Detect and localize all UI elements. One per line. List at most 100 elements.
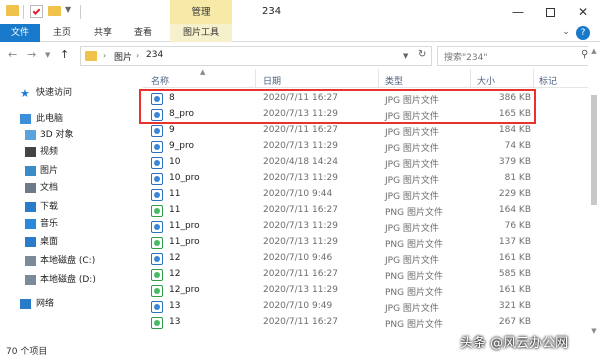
window-title: 234 [262,6,282,17]
file-row[interactable]: 11_pro 2020/7/13 11:29 JPG 图片文件 76 KB [143,219,543,235]
file-row[interactable]: 9 2020/7/11 16:27 JPG 图片文件 184 KB [143,123,543,139]
file-size: 81 KB [504,173,531,183]
up-arrow-icon[interactable]: ↑ [60,48,69,62]
file-size: 267 KB [498,317,531,327]
expand-ribbon-icon[interactable]: ⌄ [556,22,576,42]
nav-item[interactable]: 本地磁盘 (C:) [0,253,137,269]
help-icon[interactable]: ? [576,26,590,40]
breadcrumb-234[interactable]: 234 [146,50,163,60]
download-icon [25,202,36,212]
address-dropdown-icon[interactable]: ▼ [403,52,408,60]
file-name: 12 [169,253,181,263]
file-row[interactable]: 11 2020/7/11 16:27 PNG 图片文件 164 KB [143,203,543,219]
nav-item-label: 此电脑 [36,114,64,124]
nav-item[interactable]: 图片 [0,163,137,179]
jpg-file-icon [151,157,163,169]
minimize-button[interactable]: — [508,2,528,22]
nav-item[interactable]: 音乐 [0,216,137,232]
address-bar[interactable]: › 图片 › 234 ▼ ↻ [80,46,432,66]
file-date: 2020/7/10 9:49 [263,301,333,311]
scroll-thumb[interactable] [591,95,597,205]
nav-item[interactable]: 本地磁盘 (D:) [0,272,137,288]
nav-item[interactable]: 3D 对象 [0,127,137,143]
file-row[interactable]: 12 2020/7/10 9:46 JPG 图片文件 161 KB [143,251,543,267]
tab-picture-tools[interactable]: 图片工具 [170,24,232,42]
file-date: 2020/7/11 16:27 [263,205,338,215]
breadcrumb-pictures[interactable]: 图片 [114,50,132,63]
png-file-icon [151,269,163,281]
file-size: 229 KB [498,189,531,199]
file-type: PNG 图片文件 [385,288,443,298]
nav-item[interactable]: 下载 [0,199,137,215]
file-row[interactable]: 10 2020/4/18 14:24 JPG 图片文件 379 KB [143,155,543,171]
column-divider[interactable] [378,69,379,88]
refresh-icon[interactable]: ↻ [418,49,426,60]
png-file-icon [151,237,163,249]
search-placeholder: 搜索"234" [444,53,488,63]
file-date: 2020/7/11 16:27 [263,125,338,135]
file-row[interactable]: 10_pro 2020/7/13 11:29 JPG 图片文件 81 KB [143,171,543,187]
file-date: 2020/7/11 16:27 [263,269,338,279]
png-file-icon [151,317,163,329]
new-folder-icon[interactable] [48,6,61,16]
tab-share[interactable]: 共享 [86,24,120,42]
desktop-icon [25,237,36,247]
file-size: 184 KB [498,125,531,135]
file-type: JPG 图片文件 [385,176,439,186]
back-arrow-icon[interactable]: ← [8,48,17,62]
file-name: 11_pro [169,221,200,231]
music-icon [25,219,36,229]
scroll-up-icon[interactable]: ▲ [589,47,599,55]
nav-item[interactable]: 桌面 [0,234,137,250]
file-date: 2020/7/10 9:44 [263,189,333,199]
file-name: 11 [169,189,181,199]
crumb-separator-icon: › [136,51,140,60]
nav-item[interactable]: 此电脑 [0,111,137,127]
nav-item-label: 下载 [40,202,59,212]
file-row[interactable]: 12_pro 2020/7/13 11:29 PNG 图片文件 161 KB [143,283,543,299]
column-date[interactable]: 日期 [263,74,281,87]
watermark: 头条 @风云办公网 [460,336,569,351]
column-divider[interactable] [533,69,534,88]
vertical-scrollbar[interactable]: ▲ ▼ [588,45,600,340]
column-name[interactable]: 名称 [151,74,169,87]
column-size[interactable]: 大小 [477,74,495,87]
file-row[interactable]: 12 2020/7/11 16:27 PNG 图片文件 585 KB [143,267,543,283]
manage-tab[interactable]: 管理 [170,0,232,24]
customize-dropdown-icon[interactable]: ▼ [65,5,74,18]
nav-item[interactable]: ★ 快速访问 [0,85,137,101]
maximize-button[interactable] [540,2,560,22]
nav-item[interactable]: 网络 [0,296,137,312]
column-type[interactable]: 类型 [385,74,403,87]
file-type: PNG 图片文件 [385,272,443,282]
tab-home[interactable]: 主页 [45,24,79,42]
file-row[interactable]: 11 2020/7/10 9:44 JPG 图片文件 229 KB [143,187,543,203]
file-row[interactable]: 13 2020/7/11 16:27 PNG 图片文件 267 KB [143,315,543,331]
file-name: 9_pro [169,141,194,151]
scroll-down-icon[interactable]: ▼ [589,327,599,335]
column-tags[interactable]: 标记 [539,74,557,87]
jpg-file-icon [151,189,163,201]
navigation-pane: ★ 快速访问此电脑 3D 对象 视频图片 文档下载音乐桌面本地磁盘 (C:) 本地磁盘 (… [0,69,137,339]
close-button[interactable]: ✕ [573,2,593,22]
column-divider[interactable] [255,69,256,88]
recent-dropdown-icon[interactable]: ▼ [45,48,50,62]
file-date: 2020/7/13 11:29 [263,173,338,183]
properties-icon[interactable] [30,5,43,18]
jpg-file-icon [151,221,163,233]
forward-arrow-icon[interactable]: → [27,48,36,62]
search-input[interactable]: 搜索"234" ⚲ [437,46,597,66]
network-icon [20,299,31,309]
tab-file[interactable]: 文件 [0,24,40,42]
file-row[interactable]: 11_pro 2020/7/13 11:29 PNG 图片文件 137 KB [143,235,543,251]
file-date: 2020/7/13 11:29 [263,237,338,247]
nav-item[interactable]: 文档 [0,180,137,196]
separator [80,5,81,19]
sort-up-icon: ▲ [200,68,206,76]
nav-item[interactable]: 视频 [0,144,137,160]
file-type: JPG 图片文件 [385,304,439,314]
file-row[interactable]: 13 2020/7/10 9:49 JPG 图片文件 321 KB [143,299,543,315]
column-divider[interactable] [470,69,471,88]
tab-view[interactable]: 查看 [126,24,160,42]
file-row[interactable]: 9_pro 2020/7/13 11:29 JPG 图片文件 74 KB [143,139,543,155]
